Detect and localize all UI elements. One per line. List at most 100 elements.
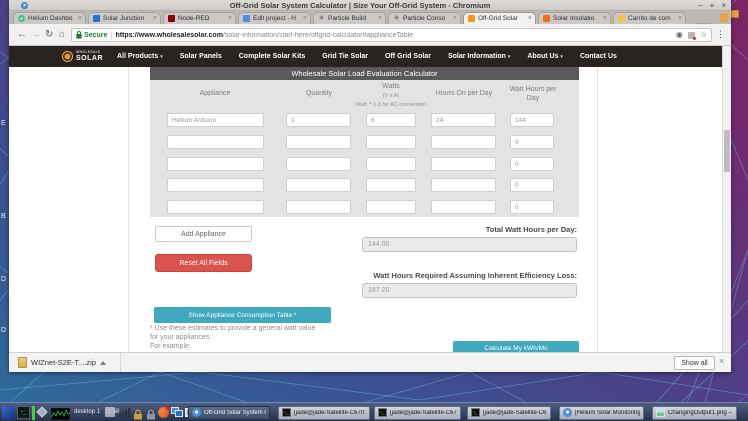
- watts-input-5[interactable]: [366, 200, 416, 214]
- hours-input-3[interactable]: [431, 157, 496, 171]
- terminal-launcher-icon[interactable]: ›_: [17, 406, 30, 419]
- scrollbar-thumb[interactable]: [724, 130, 730, 172]
- quantity-input-5[interactable]: [286, 200, 351, 214]
- geolocation-icon[interactable]: ◉: [676, 31, 683, 39]
- tab-particle-console[interactable]: ✳ Particle Conso ×: [388, 12, 461, 24]
- forward-icon[interactable]: →: [31, 28, 41, 41]
- update-notifier-icon[interactable]: [158, 406, 170, 418]
- watt-hours-output-3[interactable]: [510, 157, 554, 171]
- watts-input-3[interactable]: [366, 157, 416, 171]
- reset-all-fields-button[interactable]: Reset All Fields: [155, 254, 252, 272]
- tab-close-icon[interactable]: ×: [228, 15, 232, 22]
- bookmark-star-icon[interactable]: ☆: [700, 31, 707, 39]
- file-manager-icon[interactable]: [2, 406, 15, 419]
- hours-input-2[interactable]: [431, 135, 496, 149]
- quantity-input-4[interactable]: [286, 178, 351, 192]
- nav-solar-information[interactable]: Solar Information ▾: [448, 53, 510, 60]
- taskbar-button-terminal-1[interactable]: ›_ [jade@jade-Satellite-C670: ~]: [278, 405, 370, 420]
- taskbar-button-ksnapshot[interactable]: ChangingOutput1.png – KSnapshot: [652, 405, 737, 420]
- secure-chip[interactable]: Secure: [76, 31, 107, 39]
- minimize-button[interactable]: –: [698, 1, 702, 10]
- window-titlebar[interactable]: Off-Grid Solar System Calculator | Size …: [9, 0, 731, 11]
- page-scrollbar[interactable]: [722, 46, 731, 352]
- watt-hours-output-2[interactable]: [510, 135, 554, 149]
- download-item[interactable]: WIZnet-S2E-T....zip: [14, 353, 121, 372]
- system-monitor-graph[interactable]: [50, 407, 71, 421]
- blocked-plugin-icon[interactable]: [687, 31, 696, 40]
- calculate-kwh-button[interactable]: Calculate My kWh/Mo: [453, 341, 579, 352]
- nav-grid-tie-solar[interactable]: Grid Tie Solar: [322, 53, 368, 60]
- appliance-input-1[interactable]: [167, 113, 264, 127]
- taskbar-button-terminal-2[interactable]: ›_ [jade@jade-Satellite-C670: ~]: [374, 405, 461, 420]
- tab-node-red[interactable]: Node-RED ×: [163, 12, 236, 24]
- watt-hours-output-4[interactable]: [510, 178, 554, 192]
- nav-off-grid-solar[interactable]: Off Grid Solar: [385, 53, 431, 60]
- hours-input-5[interactable]: [431, 200, 496, 214]
- inactive-window-icon[interactable]: [105, 407, 115, 417]
- tab-close-icon[interactable]: ×: [603, 15, 607, 22]
- appliance-input-3[interactable]: [167, 157, 264, 171]
- watt-hours-output-5[interactable]: [510, 200, 554, 214]
- solar-junction-favicon: [93, 15, 100, 22]
- chevron-up-icon[interactable]: [100, 360, 107, 365]
- taskbar-button-chromium-active[interactable]: Off-Grid Solar System Calculator | Size …: [188, 405, 270, 420]
- tab-close-icon[interactable]: ×: [153, 15, 157, 22]
- show-all-downloads-button[interactable]: Show all: [674, 356, 715, 370]
- back-icon[interactable]: ←: [17, 28, 27, 41]
- tab-close-icon[interactable]: ×: [528, 15, 532, 22]
- appliance-input-5[interactable]: [167, 200, 264, 214]
- col-header-watt-hours: Watt Hours per: [509, 86, 557, 93]
- home-icon[interactable]: ⌂: [59, 28, 65, 41]
- nav-complete-solar-kits[interactable]: Complete Solar Kits: [239, 53, 306, 60]
- lock-gray-icon[interactable]: [146, 407, 156, 421]
- nav-all-products[interactable]: All Products ▾: [117, 53, 163, 60]
- tab-close-icon[interactable]: ×: [303, 15, 307, 22]
- tab-off-grid-solar-active[interactable]: Off-Grid Solar ×: [463, 12, 536, 24]
- close-button[interactable]: ×: [721, 1, 726, 10]
- taskbar-button-node-red-terminal[interactable]: ›_ [jade@jade-Satellite-C670: ~/.node-re…: [467, 405, 551, 420]
- browser-menu-icon[interactable]: ⋮: [716, 28, 725, 41]
- tab-edit-project[interactable]: Edit project - H ×: [238, 12, 311, 24]
- desktop-pager-label[interactable]: desktop 1: [74, 409, 100, 415]
- address-bar-input[interactable]: Secure | https://www.wholesalesolar.com/…: [71, 28, 712, 42]
- chevron-down-icon: ▾: [560, 54, 563, 60]
- tab-carrito[interactable]: Carrito de com ×: [613, 12, 686, 24]
- tab-close-icon[interactable]: ×: [78, 15, 82, 22]
- watts-input-2[interactable]: [366, 135, 416, 149]
- tab-particle-build[interactable]: ✳ Particle Build ×: [313, 12, 386, 24]
- nav-contact-us[interactable]: Contact Us: [580, 53, 617, 60]
- quantity-input-1[interactable]: [286, 113, 351, 127]
- app-launcher-icon[interactable]: [36, 406, 48, 418]
- tab-close-icon[interactable]: ×: [453, 15, 457, 22]
- tab-solar-insolation[interactable]: Solar Insolatio ×: [538, 12, 611, 24]
- reload-icon[interactable]: ↻: [45, 28, 53, 41]
- maximize-button[interactable]: +: [710, 1, 715, 10]
- add-appliance-button[interactable]: Add Appliance: [155, 226, 252, 242]
- signal-strength-icon[interactable]: [119, 408, 130, 417]
- download-bar-close-icon[interactable]: ×: [719, 356, 724, 366]
- hours-input-1[interactable]: [431, 113, 496, 127]
- wholesale-solar-logo[interactable]: WHOLESALE SOLAR: [62, 51, 103, 62]
- tab-helium-dashboard[interactable]: Helium Dashbo ×: [13, 12, 86, 24]
- hours-input-4[interactable]: [431, 178, 496, 192]
- nav-solar-panels[interactable]: Solar Panels: [180, 53, 222, 60]
- lock-gold-icon[interactable]: [133, 407, 143, 421]
- watts-input-4[interactable]: [366, 178, 416, 192]
- quantity-input-2[interactable]: [286, 135, 351, 149]
- quantity-input-3[interactable]: [286, 157, 351, 171]
- taskbar-button-helium-chromium[interactable]: [Helium Solar Monitoring Board with Rel.…: [559, 405, 644, 420]
- tab-close-icon[interactable]: ×: [378, 15, 382, 22]
- show-consumption-table-button[interactable]: Show Appliance Consumption Table *: [154, 307, 331, 323]
- browser-toolbar: ← → ↻ ⌂ Secure | https://www.wholesaleso…: [9, 24, 731, 46]
- total-watt-hours-label: Total Watt Hours per Day:: [485, 225, 577, 234]
- desktop-folder-icon[interactable]: [730, 10, 739, 18]
- watt-hours-output-1[interactable]: [510, 113, 554, 127]
- watts-input-1[interactable]: [366, 113, 416, 127]
- profile-avatar-icon[interactable]: [720, 13, 728, 22]
- nav-about-us[interactable]: About Us ▾: [527, 53, 563, 60]
- network-icon[interactable]: [171, 407, 183, 418]
- appliance-input-2[interactable]: [167, 135, 264, 149]
- appliance-input-4[interactable]: [167, 178, 264, 192]
- tab-solar-junction[interactable]: Solar Junction ×: [88, 12, 161, 24]
- tab-close-icon[interactable]: ×: [678, 15, 682, 22]
